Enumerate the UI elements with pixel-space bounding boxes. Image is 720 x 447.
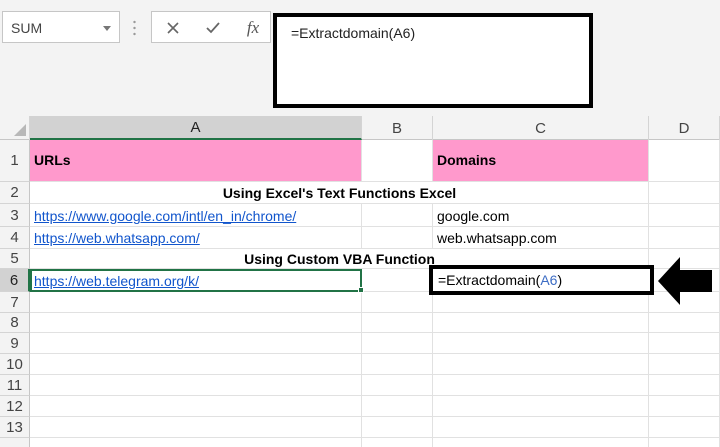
cell-a14[interactable] [30, 438, 362, 447]
cell-c13[interactable] [433, 417, 649, 438]
row-header-1[interactable]: 1 [0, 140, 30, 182]
cell-c6-formula: =Extractdomain(A6) [438, 272, 562, 288]
cell-d9[interactable] [649, 333, 720, 354]
formula-bar-resize-handle[interactable] [133, 19, 136, 37]
fx-icon: fx [246, 18, 260, 37]
cell-d3[interactable] [649, 204, 720, 227]
cell-c7[interactable] [433, 292, 649, 313]
cell-b6[interactable] [362, 269, 433, 292]
cell-a10[interactable] [30, 354, 362, 375]
cell-c8[interactable] [433, 313, 649, 333]
cell-a3[interactable]: https://www.google.com/intl/en_in/chrome… [30, 204, 362, 227]
hyperlink-whatsapp[interactable]: https://web.whatsapp.com/ [34, 230, 200, 246]
cell-a13[interactable] [30, 417, 362, 438]
cell-b9[interactable] [362, 333, 433, 354]
cell-d8[interactable] [649, 313, 720, 333]
cell-b12[interactable] [362, 396, 433, 417]
checkmark-icon [206, 22, 220, 34]
cell-d2[interactable] [649, 182, 720, 204]
insert-function-button[interactable]: fx [240, 17, 266, 39]
cell-c9[interactable] [433, 333, 649, 354]
select-all-corner[interactable] [0, 116, 30, 140]
hyperlink-google[interactable]: https://www.google.com/intl/en_in/chrome… [34, 208, 296, 224]
cell-d12[interactable] [649, 396, 720, 417]
cancel-button[interactable] [160, 17, 186, 39]
row-header-4[interactable]: 4 [0, 227, 30, 249]
cell-d14[interactable] [649, 438, 720, 447]
cell-a12[interactable] [30, 396, 362, 417]
cell-c3[interactable]: google.com [433, 204, 649, 227]
cell-d4[interactable] [649, 227, 720, 249]
row-header-12[interactable]: 12 [0, 396, 30, 417]
cell-d13[interactable] [649, 417, 720, 438]
row-header-7[interactable]: 7 [0, 292, 30, 313]
cell-b4[interactable] [362, 227, 433, 249]
active-cell-selection [30, 269, 362, 292]
row-header-6[interactable]: 6 [0, 269, 30, 292]
cell-c3-text: google.com [437, 208, 510, 224]
cell-d10[interactable] [649, 354, 720, 375]
cell-c11[interactable] [433, 375, 649, 396]
cell-c10[interactable] [433, 354, 649, 375]
row-header-8[interactable]: 8 [0, 313, 30, 333]
cell-d1[interactable] [649, 140, 720, 182]
arrow-left-icon [658, 257, 712, 305]
formula-buttons: fx [151, 11, 271, 43]
column-header-c[interactable]: C [433, 116, 649, 140]
row-header-11[interactable]: 11 [0, 375, 30, 396]
row-header-2[interactable]: 2 [0, 182, 30, 204]
name-box[interactable]: SUM [2, 11, 120, 43]
cell-a1[interactable]: URLs [30, 140, 362, 182]
column-header-row: A B C D [0, 116, 720, 140]
cell-c4-text: web.whatsapp.com [437, 230, 557, 246]
cell-b13[interactable] [362, 417, 433, 438]
row-header-9[interactable]: 9 [0, 333, 30, 354]
cell-c14[interactable] [433, 438, 649, 447]
cell-c1-text: Domains [437, 152, 497, 168]
cell-b3[interactable] [362, 204, 433, 227]
formula-input[interactable]: =Extractdomain(A6) [273, 13, 593, 108]
row-header-13[interactable]: 13 [0, 417, 30, 438]
cell-c4[interactable]: web.whatsapp.com [433, 227, 649, 249]
cell-a11[interactable] [30, 375, 362, 396]
column-header-d[interactable]: D [649, 116, 720, 140]
chevron-down-icon[interactable] [103, 26, 111, 31]
cell-d11[interactable] [649, 375, 720, 396]
cell-b10[interactable] [362, 354, 433, 375]
cell-c12[interactable] [433, 396, 649, 417]
cell-b8[interactable] [362, 313, 433, 333]
cell-b1[interactable] [362, 140, 433, 182]
cell-b14[interactable] [362, 438, 433, 447]
cell-a4[interactable]: https://web.whatsapp.com/ [30, 227, 362, 249]
row-header-3[interactable]: 3 [0, 204, 30, 227]
cell-a7[interactable] [30, 292, 362, 313]
cell-b11[interactable] [362, 375, 433, 396]
row-header-5[interactable]: 5 [0, 249, 30, 269]
cell-a8[interactable] [30, 313, 362, 333]
fill-handle[interactable] [358, 287, 364, 293]
column-header-b[interactable]: B [362, 116, 433, 140]
section-title-text-functions: Using Excel's Text Functions Excel [222, 185, 457, 201]
close-icon [167, 22, 179, 34]
cell-b7[interactable] [362, 292, 433, 313]
formula-text: =Extractdomain(A6) [291, 25, 416, 41]
column-header-a[interactable]: A [30, 116, 362, 140]
select-all-icon [14, 124, 26, 136]
cell-a1-text: URLs [34, 152, 71, 168]
enter-button[interactable] [200, 17, 226, 39]
cell-a9[interactable] [30, 333, 362, 354]
formula-cell-reference: A6 [540, 272, 558, 288]
formula-suffix: ) [557, 272, 563, 288]
row-header-10[interactable]: 10 [0, 354, 30, 375]
row-header-14[interactable] [0, 438, 30, 447]
cell-c6-formula-highlight[interactable]: =Extractdomain(A6) [429, 265, 654, 295]
cell-c1[interactable]: Domains [433, 140, 649, 182]
formula-prefix: =Extractdomain( [438, 272, 541, 288]
name-box-value: SUM [11, 20, 43, 36]
